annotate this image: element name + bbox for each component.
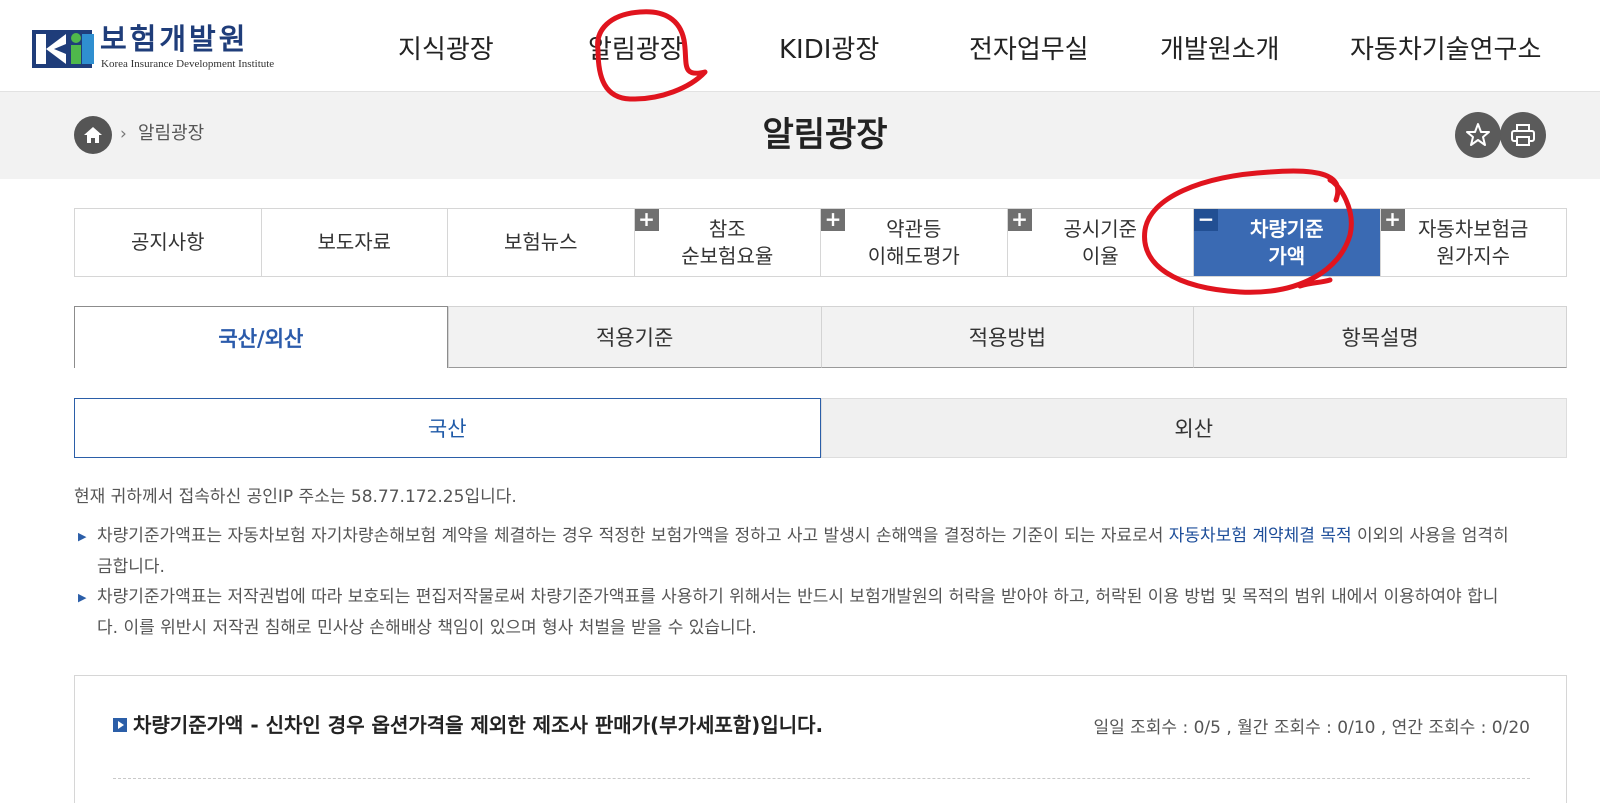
notice-highlight: 자동차보험 계약체결 목적: [1168, 526, 1352, 546]
nav-kidi-square[interactable]: KIDI광장: [779, 30, 879, 70]
nav-knowledge[interactable]: 지식광장: [398, 30, 494, 70]
lnb-tab-vehicle-value[interactable]: − 차량기준 가액: [1194, 209, 1381, 276]
content-subtabs: 국산/외산 적용기준 적용방법 항목설명: [74, 306, 1567, 368]
play-square-icon: [113, 718, 127, 732]
bullet-triangle-icon: ▶: [78, 530, 87, 543]
query-count: 일일 조회수 : 0/5 , 월간 조회수 : 0/10 , 연간 조회수 : …: [1093, 718, 1530, 738]
subtab-method[interactable]: 적용방법: [820, 306, 1194, 368]
notice-text: 차량기준가액표는 자동차보험 자기차량손해보험 계약을 체결하는 경우 적정한 …: [97, 521, 1574, 583]
divider: [113, 778, 1530, 779]
expand-plus-icon[interactable]: +: [634, 209, 659, 231]
notice-text-part: 차량기준가액표는 저작권법에 따라 보호되는 편집저작물로써 차량기준가액표를 …: [97, 587, 1499, 607]
lnb-tab-label: 보험뉴스: [503, 230, 578, 254]
lnb-tab-label: 공지사항: [130, 230, 205, 254]
subtab-item-description[interactable]: 항목설명: [1193, 306, 1567, 368]
lnb-tab-claim-cost-index[interactable]: + 자동차보험금 원가지수: [1380, 209, 1567, 276]
lnb-tab-label: 참조 순보험요율: [681, 216, 774, 268]
usage-notice-1: ▶ 차량기준가액표는 자동차보험 자기차량손해보험 계약을 체결하는 경우 적정…: [74, 521, 1574, 583]
nav-auto-research[interactable]: 자동차기술연구소: [1350, 30, 1541, 70]
nav-about[interactable]: 개발원소개: [1160, 30, 1280, 70]
star-icon: [1466, 123, 1490, 146]
subtab-domestic-foreign[interactable]: 국산/외산: [74, 306, 448, 368]
result-panel: 차량기준가액 - 신차인 경우 옵션가격을 제외한 제조사 판매가(부가세포함)…: [74, 675, 1567, 803]
site-header: 보험개발원 Korea Insurance Development Instit…: [0, 0, 1600, 92]
lnb-tab-insurance-news[interactable]: 보험뉴스: [448, 209, 635, 276]
lnb-tab-label: 보도자료: [317, 230, 392, 254]
lnb-tab-disclosure-rate[interactable]: + 공시기준 이율: [1007, 209, 1194, 276]
expand-plus-icon[interactable]: +: [1007, 209, 1032, 231]
nav-notice-square[interactable]: 알림광장: [588, 30, 684, 70]
notice-text-part: 차량기준가액표는 자동차보험 자기차량손해보험 계약을 체결하는 경우 적정한 …: [97, 526, 1169, 546]
notice-text-part: 금합니다.: [97, 557, 165, 577]
lnb-tab-terms-evaluation[interactable]: + 약관등 이해도평가: [821, 209, 1008, 276]
section-tabs: 공지사항 보도자료 보험뉴스 + 참조 순보험요율 + 약관등 이해도평가 + …: [74, 208, 1567, 277]
expand-plus-icon[interactable]: +: [1380, 209, 1405, 231]
lnb-tab-label: 차량기준 가액: [1249, 216, 1324, 268]
lnb-tab-notices[interactable]: 공지사항: [75, 209, 262, 276]
subtab-criteria[interactable]: 적용기준: [447, 306, 821, 368]
page-title: 알림광장: [762, 115, 888, 155]
lnb-tab-label: 약관등 이해도평가: [867, 216, 960, 268]
bullet-triangle-icon: ▶: [78, 591, 87, 604]
ip-address-notice: 현재 귀하께서 접속하신 공인IP 주소는 58.77.172.25입니다.: [74, 487, 517, 507]
notice-text: 차량기준가액표는 저작권법에 따라 보호되는 편집저작물로써 차량기준가액표를 …: [97, 582, 1574, 644]
notice-text-part: 다. 이를 위반시 저작권 침해로 민사상 손해배상 책임이 있으며 형사 처벌…: [97, 618, 757, 638]
lnb-tab-press[interactable]: 보도자료: [262, 209, 448, 276]
sub-visual-bar: › 알림광장 알림광장: [0, 92, 1600, 179]
print-icon: [1511, 124, 1535, 146]
result-title: 차량기준가액 - 신차인 경우 옵션가격을 제외한 제조사 판매가(부가세포함)…: [133, 713, 824, 737]
usage-notice-2: ▶ 차량기준가액표는 저작권법에 따라 보호되는 편집저작물로써 차량기준가액표…: [74, 582, 1574, 644]
notice-text-part: 이외의 사용을 엄격히: [1351, 526, 1509, 546]
collapse-minus-icon[interactable]: −: [1194, 209, 1218, 231]
origin-toggle: 국산 외산: [74, 398, 1567, 458]
lnb-tab-label: 자동차보험금 원가지수: [1418, 216, 1529, 268]
favorite-button[interactable]: [1455, 112, 1501, 158]
segment-domestic[interactable]: 국산: [74, 398, 821, 458]
print-button[interactable]: [1500, 112, 1546, 158]
lnb-tab-reference-rates[interactable]: + 참조 순보험요율: [634, 209, 821, 276]
expand-plus-icon[interactable]: +: [821, 209, 845, 231]
lnb-tab-label: 공시기준 이율: [1063, 216, 1138, 268]
main-navigation: 지식광장 알림광장 KIDI광장 전자업무실 개발원소개 자동차기술연구소: [0, 30, 1600, 70]
segment-foreign[interactable]: 외산: [820, 398, 1567, 458]
nav-e-office[interactable]: 전자업무실: [969, 30, 1089, 70]
